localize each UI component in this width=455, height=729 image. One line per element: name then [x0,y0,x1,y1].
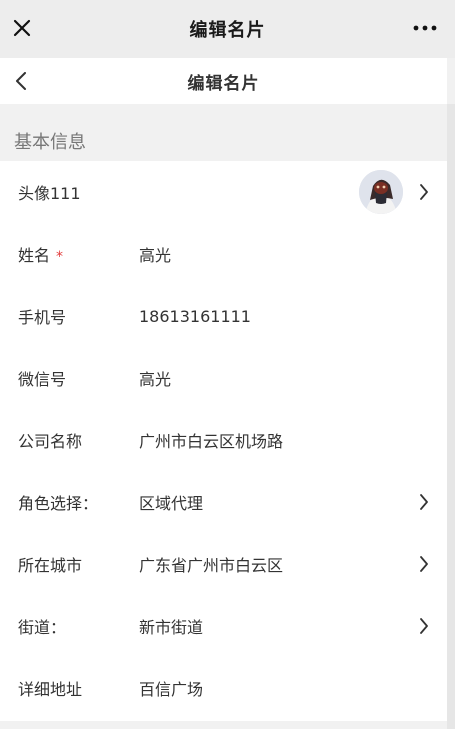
role-value[interactable]: 区域代理 [139,490,203,514]
phone-row[interactable]: 手机号 18613161111 [0,285,447,347]
address-row[interactable]: 详细地址 百信广场 [0,657,447,719]
scrollbar[interactable] [447,104,455,729]
name-value[interactable]: 高光 [139,242,171,266]
name-row[interactable]: 姓名 * 高光 [0,223,447,285]
company-label: 公司名称 [18,432,83,451]
wechat-value[interactable]: 高光 [139,366,171,390]
more-icon[interactable] [409,14,441,42]
avatar[interactable] [359,170,403,214]
role-label: 角色选择： [18,494,99,513]
window-title: 编辑名片 [189,20,266,41]
avatar-row[interactable]: 头像111 [0,161,447,223]
city-label: 所在城市 [18,556,83,575]
chevron-right-icon[interactable] [417,616,431,636]
city-row[interactable]: 所在城市 广东省广州市白云区 [0,533,447,595]
chevron-right-icon[interactable] [417,182,431,202]
name-label-text: 姓名 [18,246,51,265]
street-value[interactable]: 新市街道 [139,614,203,638]
role-row[interactable]: 角色选择： 区域代理 [0,471,447,533]
chevron-right-icon[interactable] [417,554,431,574]
phone-value[interactable]: 18613161111 [139,307,251,326]
address-label: 详细地址 [18,680,83,699]
street-row[interactable]: 街道： 新市街道 [0,595,447,657]
form-card: 头像111 姓名 * 高光 手机号 18613161111 微信号 高光 公司名… [0,161,447,721]
wechat-row[interactable]: 微信号 高光 [0,347,447,409]
wechat-label: 微信号 [18,370,67,389]
company-row[interactable]: 公司名称 广州市白云区机场路 [0,409,447,471]
close-icon[interactable] [8,14,36,42]
wechat-title-bar: 编辑名片 [0,0,455,58]
chevron-right-icon[interactable] [417,492,431,512]
chevron-left-icon[interactable] [8,68,34,94]
company-value[interactable]: 广州市白云区机场路 [139,428,283,452]
avatar-label: 头像111 [18,184,81,203]
address-value[interactable]: 百信广场 [139,676,203,700]
name-label: 姓名 * [18,242,63,266]
street-label: 街道： [18,618,67,637]
page-title: 编辑名片 [187,73,260,94]
page-header: 编辑名片 [0,58,447,104]
phone-label: 手机号 [18,308,67,327]
section-title: 基本信息 [14,132,86,153]
required-mark: * [56,249,64,265]
city-value[interactable]: 广东省广州市白云区 [139,552,283,576]
